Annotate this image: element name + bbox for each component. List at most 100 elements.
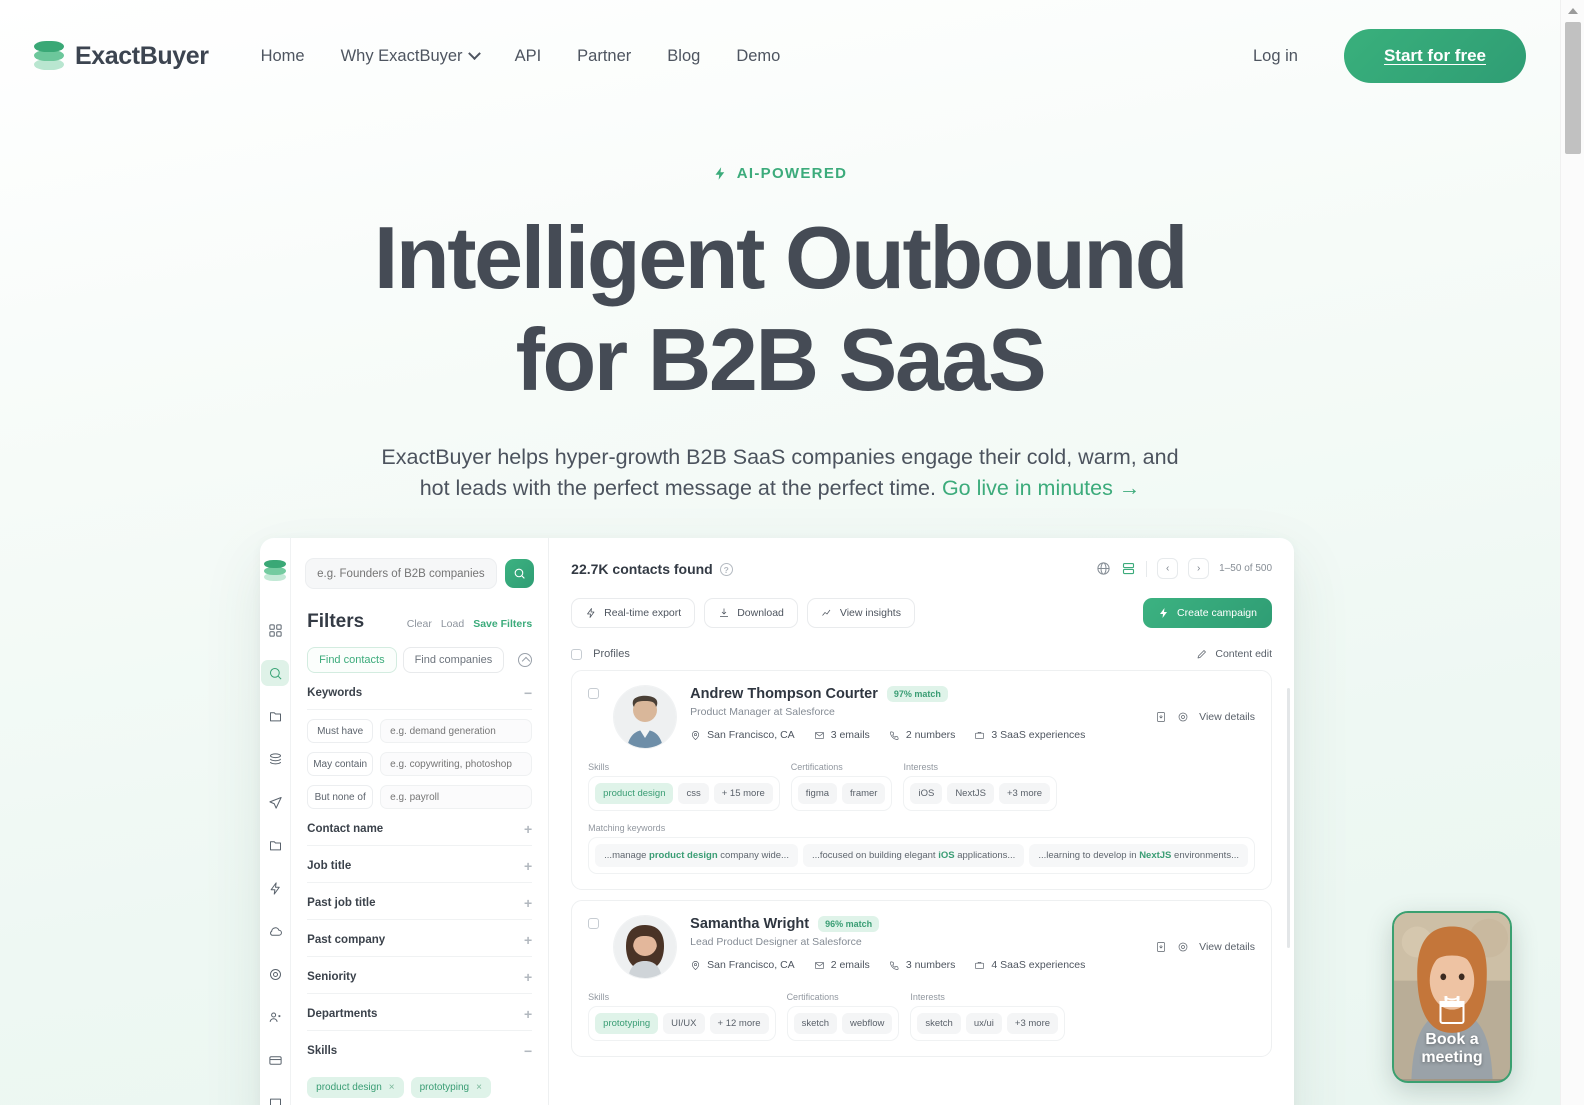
collapse-icon[interactable]: − xyxy=(524,1044,532,1058)
browser-scrollbar[interactable] xyxy=(1560,0,1584,1105)
filter-section-job-title[interactable]: Job title + xyxy=(307,846,533,883)
rail-layers-icon[interactable] xyxy=(261,746,289,772)
filter-section-contact-name[interactable]: Contact name + xyxy=(307,809,533,846)
rail-help-icon[interactable] xyxy=(261,1090,289,1105)
tag[interactable]: figma xyxy=(797,783,838,804)
remove-icon[interactable]: × xyxy=(476,1082,482,1093)
tab-find-companies[interactable]: Find companies xyxy=(402,647,505,673)
book-a-meeting-widget[interactable]: Book a meeting xyxy=(1392,911,1512,1083)
scroll-up-arrow-icon[interactable] xyxy=(1568,8,1578,14)
rail-search-icon[interactable] xyxy=(261,660,290,686)
filter-section-past-job-title[interactable]: Past job title + xyxy=(307,883,533,920)
tag-more[interactable]: + 15 more xyxy=(713,783,773,804)
save-contact-icon[interactable] xyxy=(1155,711,1167,723)
tag-more[interactable]: + 12 more xyxy=(709,1013,769,1034)
select-all-checkbox[interactable] xyxy=(571,648,583,660)
expand-icon[interactable] xyxy=(518,653,533,667)
content-edit-button[interactable]: Content edit xyxy=(1196,648,1272,660)
keyword-input-may-contain[interactable] xyxy=(380,752,533,776)
tab-find-contacts[interactable]: Find contacts xyxy=(307,647,397,673)
nav-item-partner[interactable]: Partner xyxy=(577,47,631,66)
tag[interactable]: sketch xyxy=(917,1013,961,1034)
bolt-icon xyxy=(715,167,724,180)
view-insights-button[interactable]: View insights xyxy=(806,598,915,628)
rail-folder-icon[interactable] xyxy=(261,703,289,729)
filter-section-departments[interactable]: Departments + xyxy=(307,994,533,1031)
eye-icon[interactable] xyxy=(1177,941,1189,953)
book-line-2: meeting xyxy=(1421,1049,1483,1067)
search-input[interactable] xyxy=(305,558,498,589)
nav-item-home[interactable]: Home xyxy=(261,47,305,66)
clear-filters-link[interactable]: Clear xyxy=(407,618,432,630)
list-view-icon[interactable] xyxy=(1121,561,1136,576)
tag-more[interactable]: +3 more xyxy=(1006,1013,1059,1034)
save-filters-link[interactable]: Save Filters xyxy=(473,618,532,630)
tag[interactable]: NextJS xyxy=(947,783,994,804)
view-details-label[interactable]: View details xyxy=(1199,711,1255,723)
nav-item-api[interactable]: API xyxy=(515,47,542,66)
search-button[interactable] xyxy=(505,559,535,588)
interests-group: Interests iOS NextJS +3 more xyxy=(903,762,1058,811)
rail-grid-icon[interactable] xyxy=(261,617,289,643)
app-preview: Filters Clear Load Save Filters Find con… xyxy=(260,538,1294,1105)
expand-icon[interactable]: + xyxy=(524,822,532,836)
login-link[interactable]: Log in xyxy=(1253,47,1298,66)
tag[interactable]: css xyxy=(678,783,709,804)
tag-more[interactable]: +3 more xyxy=(998,783,1051,804)
filter-section-past-company[interactable]: Past company + xyxy=(307,920,533,957)
avatar xyxy=(614,686,677,748)
results-scrollbar[interactable] xyxy=(1287,688,1290,948)
nav-item-demo[interactable]: Demo xyxy=(736,47,780,66)
nav-item-blog[interactable]: Blog xyxy=(667,47,700,66)
collapse-icon[interactable]: − xyxy=(524,686,532,700)
nav-item-why-exactbuyer[interactable]: Why ExactBuyer xyxy=(341,47,481,66)
prev-page-button[interactable]: ‹ xyxy=(1157,558,1179,579)
real-time-export-button[interactable]: Real-time export xyxy=(571,598,696,628)
create-campaign-button[interactable]: Create campaign xyxy=(1143,598,1272,628)
tag[interactable]: UI/UX xyxy=(663,1013,705,1034)
keyword-input-must-have[interactable] xyxy=(380,719,533,743)
rail-folder-2-icon[interactable] xyxy=(261,832,289,858)
skill-chip[interactable]: prototyping × xyxy=(410,1077,491,1098)
tag[interactable]: product design xyxy=(595,783,674,804)
filter-section-skills[interactable]: Skills − xyxy=(307,1031,532,1067)
expand-icon[interactable]: + xyxy=(524,1007,532,1021)
download-button[interactable]: Download xyxy=(704,598,798,628)
expand-icon[interactable]: + xyxy=(524,896,532,910)
contact-card[interactable]: Samantha Wright 96% match Lead Product D… xyxy=(571,900,1272,1057)
save-contact-icon[interactable] xyxy=(1155,941,1167,953)
keywords-header[interactable]: Keywords − xyxy=(307,673,533,710)
eye-icon[interactable] xyxy=(1177,711,1189,723)
load-filters-link[interactable]: Load xyxy=(441,618,464,630)
expand-icon[interactable]: + xyxy=(524,970,532,984)
start-for-free-button[interactable]: Start for free xyxy=(1343,29,1526,83)
contact-card[interactable]: Andrew Thompson Courter 97% match Produc… xyxy=(571,670,1272,890)
tag[interactable]: webflow xyxy=(842,1013,893,1034)
skill-chip[interactable]: product design × xyxy=(307,1077,404,1098)
expand-icon[interactable]: + xyxy=(524,859,532,873)
tag[interactable]: prototyping xyxy=(595,1013,659,1034)
rail-cloud-icon[interactable] xyxy=(261,918,289,944)
contact-checkbox[interactable] xyxy=(588,918,600,929)
brand-logo[interactable]: ExactBuyer xyxy=(34,41,209,71)
tag[interactable]: ux/ui xyxy=(965,1013,1002,1034)
tag[interactable]: iOS xyxy=(910,783,943,804)
filter-section-seniority[interactable]: Seniority + xyxy=(307,957,533,994)
next-page-button[interactable]: › xyxy=(1188,558,1210,579)
rail-gear-icon[interactable] xyxy=(261,961,289,987)
contact-checkbox[interactable] xyxy=(588,688,600,699)
go-live-link[interactable]: Go live in minutes → xyxy=(942,476,1140,500)
tag[interactable]: sketch xyxy=(793,1013,838,1034)
rail-send-icon[interactable] xyxy=(261,789,289,815)
keyword-input-but-none-of[interactable] xyxy=(380,785,533,809)
grid-view-icon[interactable] xyxy=(1096,561,1111,576)
scrollbar-thumb[interactable] xyxy=(1565,22,1581,154)
expand-icon[interactable]: + xyxy=(524,933,532,947)
view-details-label[interactable]: View details xyxy=(1199,941,1255,953)
help-icon[interactable]: ? xyxy=(719,563,733,576)
tag[interactable]: framer xyxy=(842,783,886,804)
rail-card-icon[interactable] xyxy=(261,1047,289,1073)
remove-icon[interactable]: × xyxy=(389,1082,395,1093)
rail-users-icon[interactable] xyxy=(261,1004,289,1030)
rail-bolt-icon[interactable] xyxy=(261,875,289,901)
